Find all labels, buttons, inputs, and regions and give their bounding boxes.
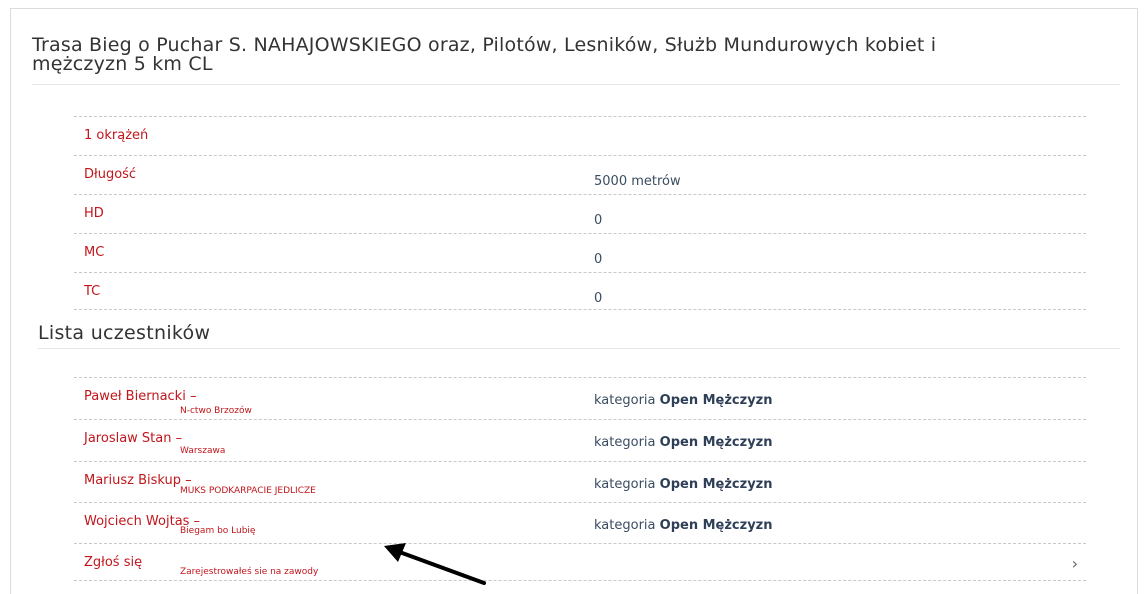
participant-row[interactable]: Jaroslaw Stan – Warszawa kategoria Open … xyxy=(74,419,1086,457)
participant-category: kategoria Open Mężczyzn xyxy=(594,518,773,533)
participant-row[interactable]: Wojciech Wojtas – Biegam bo Lubię katego… xyxy=(74,502,1086,540)
register-link[interactable]: Zgłoś się xyxy=(84,555,142,570)
route-title: Trasa Bieg o Puchar S. NAHAJOWSKIEGO ora… xyxy=(32,34,937,75)
detail-value: 0 xyxy=(594,213,603,228)
route-detail-row: MC 0 xyxy=(74,233,1086,271)
register-note: Zarejestrowałeś sie na zawody xyxy=(180,567,319,577)
detail-label: MC xyxy=(84,245,105,260)
route-detail-row: HD 0 xyxy=(74,194,1086,232)
detail-value: 0 xyxy=(594,291,603,306)
route-detail-row: Długość 5000 metrów xyxy=(74,155,1086,193)
participant-name[interactable]: Paweł Biernacki – xyxy=(84,389,196,404)
detail-label: TC xyxy=(84,284,101,299)
title-divider xyxy=(32,84,1120,85)
register-row[interactable]: Zgłoś się Zarejestrowałeś sie na zawody … xyxy=(74,543,1086,581)
detail-value: 5000 metrów xyxy=(594,174,681,189)
section-divider xyxy=(38,348,1120,349)
participant-name[interactable]: Mariusz Biskup – xyxy=(84,473,192,488)
route-detail-row: TC 0 xyxy=(74,272,1086,310)
participant-club: Biegam bo Lubię xyxy=(180,526,256,536)
detail-label: 1 okrążeń xyxy=(84,128,149,143)
participant-name[interactable]: Jaroslaw Stan – xyxy=(84,431,182,446)
participant-category: kategoria Open Mężczyzn xyxy=(594,477,773,492)
route-detail-row: 1 okrążeń xyxy=(74,116,1086,154)
participant-category: kategoria Open Mężczyzn xyxy=(594,393,773,408)
detail-value: 0 xyxy=(594,252,603,267)
participants-heading: Lista uczestników xyxy=(38,322,211,344)
participant-club: N-ctwo Brzozów xyxy=(180,406,252,416)
participant-club: MUKS PODKARPACIE JEDLICZE xyxy=(180,486,316,496)
chevron-right-icon[interactable]: › xyxy=(1072,554,1078,573)
participant-row[interactable]: Mariusz Biskup – MUKS PODKARPACIE JEDLIC… xyxy=(74,461,1086,499)
detail-label: HD xyxy=(84,206,104,221)
participant-category: kategoria Open Mężczyzn xyxy=(594,435,773,450)
participant-club: Warszawa xyxy=(180,446,226,456)
participant-row[interactable]: Paweł Biernacki – N-ctwo Brzozów kategor… xyxy=(74,377,1086,416)
detail-label: Długość xyxy=(84,167,137,182)
arrow-pointer-icon xyxy=(384,543,486,585)
